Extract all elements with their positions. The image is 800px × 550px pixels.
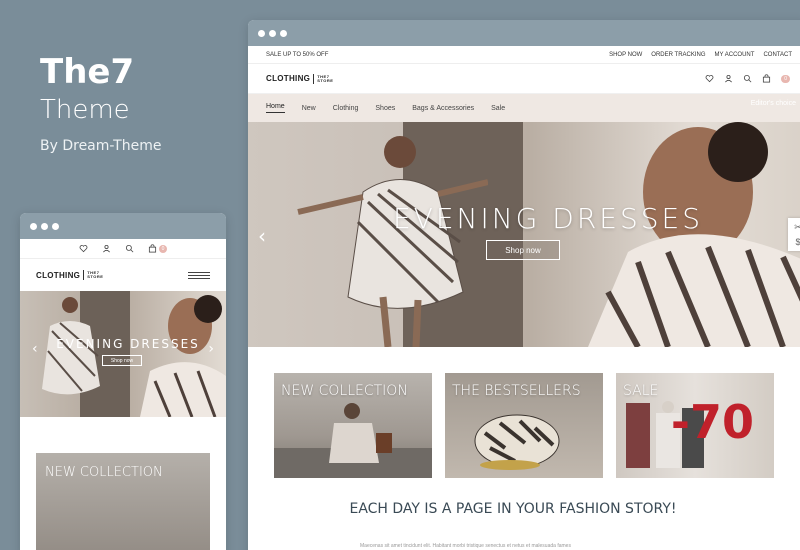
header-icons: 0 bbox=[705, 74, 790, 83]
card-label: THE BESTSELLERS bbox=[452, 383, 581, 399]
nav-item-new[interactable]: New bbox=[302, 105, 316, 112]
tagline-body-text: Maecenas sit amet tincidunt elit. Habita… bbox=[360, 543, 571, 549]
search-icon[interactable] bbox=[125, 244, 134, 253]
mobile-hero-shop-now-button[interactable]: Shop now bbox=[102, 355, 142, 366]
window-dot-icon bbox=[30, 222, 37, 230]
search-icon[interactable] bbox=[743, 74, 752, 83]
hero-slider: EVENING DRESSES Shop now ‹ › ✂ $ bbox=[248, 122, 800, 347]
tagline-heading: EACH DAY IS A PAGE IN YOUR FASHION STORY… bbox=[349, 501, 677, 517]
logo-small: THE7 STORE bbox=[87, 271, 103, 279]
logo-divider bbox=[313, 73, 315, 84]
mobile-window: 0 CLOTHING THE7 STORE EVENING DRESSES Sh… bbox=[20, 213, 226, 550]
top-links: SHOP NOW ORDER TRACKING MY ACCOUNT CONTA… bbox=[609, 52, 792, 58]
window-dot-icon bbox=[258, 29, 265, 37]
nav-item-home[interactable]: Home bbox=[266, 103, 285, 113]
window-titlebar bbox=[248, 20, 800, 46]
logo-divider bbox=[83, 270, 85, 280]
hero-title: EVENING DRESSES bbox=[392, 202, 703, 235]
hero-prev-arrow-icon[interactable]: ‹ bbox=[258, 224, 266, 248]
main-nav: Home New Clothing Shoes Bags & Accessori… bbox=[248, 94, 800, 122]
logo-small-bottom: STORE bbox=[317, 77, 334, 83]
top-bar: SALE UP TO 50% OFF SHOP NOW ORDER TRACKI… bbox=[248, 46, 800, 64]
top-link-order-tracking[interactable]: ORDER TRACKING bbox=[651, 52, 705, 58]
category-cards: NEW COLLECTION THE BESTSELLERS SALE -70 bbox=[274, 373, 774, 478]
top-link-shop-now[interactable]: SHOP NOW bbox=[609, 52, 642, 58]
mobile-logo[interactable]: CLOTHING THE7 STORE bbox=[36, 270, 103, 280]
mobile-hero-title: EVENING DRESSES bbox=[56, 337, 200, 351]
cart-icon[interactable] bbox=[148, 244, 157, 253]
window-dot-icon bbox=[280, 29, 287, 37]
logo-small: THE7 STORE bbox=[317, 74, 334, 83]
card-bestsellers[interactable]: THE BESTSELLERS bbox=[445, 373, 603, 478]
logo-main: CLOTHING bbox=[266, 74, 311, 83]
promo-text: SALE UP TO 50% OFF bbox=[266, 51, 329, 58]
user-icon[interactable] bbox=[724, 74, 733, 83]
mobile-hero-slider: EVENING DRESSES Shop now ‹ › bbox=[20, 291, 226, 417]
editors-choice-label[interactable]: Editor's choice bbox=[751, 100, 796, 107]
brand-subtitle: Theme bbox=[40, 95, 130, 125]
user-icon[interactable] bbox=[102, 244, 111, 253]
cart-count-badge: 0 bbox=[158, 244, 168, 253]
brand-byline: By Dream-Theme bbox=[40, 138, 162, 154]
sale-70-sign: -70 bbox=[670, 395, 754, 449]
card-label: NEW COLLECTION bbox=[281, 383, 408, 399]
nav-item-shoes[interactable]: Shoes bbox=[375, 105, 395, 112]
cart-count-badge: 0 bbox=[781, 74, 790, 83]
mobile-hero-image bbox=[42, 295, 226, 417]
mobile-prev-arrow-icon[interactable]: ‹ bbox=[32, 341, 38, 357]
card-label: NEW COLLECTION bbox=[45, 465, 163, 480]
mobile-header: CLOTHING THE7 STORE bbox=[20, 259, 226, 291]
window-dot-icon bbox=[52, 222, 59, 230]
nav-item-bags-accessories[interactable]: Bags & Accessories bbox=[412, 105, 474, 112]
logo-main: CLOTHING bbox=[36, 270, 81, 280]
card-label: SALE bbox=[623, 383, 659, 399]
heart-icon[interactable] bbox=[705, 74, 714, 83]
brand-title: The7 bbox=[40, 52, 135, 92]
window-dot-icon bbox=[41, 222, 48, 230]
mobile-header-icons: 0 bbox=[20, 239, 226, 259]
site-logo[interactable]: CLOTHING THE7 STORE bbox=[266, 73, 334, 84]
side-tools: ✂ $ bbox=[788, 218, 800, 251]
card-new-collection[interactable]: NEW COLLECTION bbox=[274, 373, 432, 478]
window-dot-icon bbox=[269, 29, 276, 37]
top-link-my-account[interactable]: MY ACCOUNT bbox=[715, 52, 755, 58]
top-link-contact[interactable]: CONTACT bbox=[763, 52, 792, 58]
window-titlebar bbox=[20, 213, 226, 239]
card-sale[interactable]: SALE -70 bbox=[616, 373, 774, 478]
mobile-card-new-collection[interactable]: NEW COLLECTION bbox=[36, 453, 210, 550]
nav-item-clothing[interactable]: Clothing bbox=[333, 105, 359, 112]
mobile-cart[interactable]: 0 bbox=[148, 244, 168, 253]
dollar-icon[interactable]: $ bbox=[795, 237, 800, 247]
site-header: CLOTHING THE7 STORE 0 bbox=[248, 64, 800, 94]
nav-item-sale[interactable]: Sale bbox=[491, 105, 505, 112]
heart-icon[interactable] bbox=[79, 244, 88, 253]
logo-small-bottom: STORE bbox=[87, 274, 104, 279]
cart-icon[interactable] bbox=[762, 74, 771, 83]
hero-shop-now-button[interactable]: Shop now bbox=[486, 240, 560, 260]
hamburger-menu-icon[interactable] bbox=[188, 271, 210, 279]
mobile-next-arrow-icon[interactable]: › bbox=[208, 341, 214, 357]
tools-icon[interactable]: ✂ bbox=[794, 222, 800, 233]
desktop-window: SALE UP TO 50% OFF SHOP NOW ORDER TRACKI… bbox=[248, 20, 800, 550]
